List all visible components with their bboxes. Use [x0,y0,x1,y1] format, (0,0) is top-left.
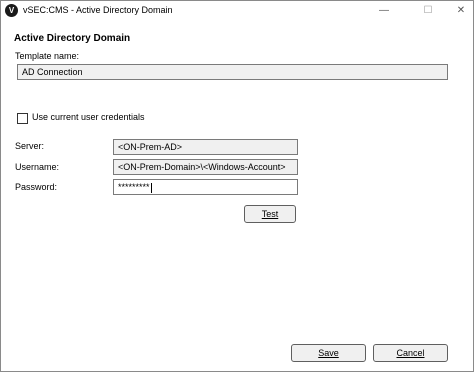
template-name-label: Template name: [15,51,80,61]
server-label: Server: [15,141,45,151]
title-bar: V vSEC:CMS - Active Directory Domain — ☐… [1,1,473,20]
use-current-credentials-label[interactable]: Use current user credentials [32,112,145,122]
username-input[interactable]: <ON-Prem-Domain>\<Windows-Account> [113,159,298,175]
username-label: Username: [15,162,60,172]
maximize-icon[interactable]: ☐ [413,1,443,20]
window-title: vSEC:CMS - Active Directory Domain [23,5,173,15]
minimize-icon[interactable]: — [369,1,399,20]
save-button[interactable]: Save [291,344,366,362]
dialog-heading: Active Directory Domain [14,33,131,44]
password-value: ********* [118,182,150,192]
text-caret [150,182,152,193]
dialog-content: Active Directory Domain Template name: A… [1,20,473,371]
server-input[interactable]: <ON-Prem-AD> [113,139,298,155]
test-button[interactable]: Test [244,205,296,223]
app-logo-icon: V [5,4,18,17]
template-name-input[interactable]: AD Connection [17,64,448,80]
password-label: Password: [15,182,58,192]
use-current-credentials-checkbox[interactable] [17,113,28,124]
cancel-button[interactable]: Cancel [373,344,448,362]
close-icon[interactable]: ✕ [446,1,474,20]
password-input[interactable]: ********* [113,179,298,195]
